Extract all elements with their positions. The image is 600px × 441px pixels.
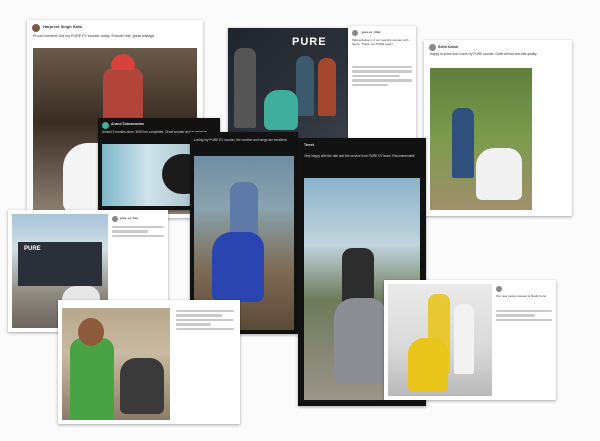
person-figure: [318, 58, 336, 116]
post-caption: Very happy with the ride and the service…: [304, 154, 415, 158]
person-figure: [452, 108, 474, 178]
post-caption: Loving my PURE EV scooter, the comfort a…: [194, 138, 288, 142]
scooter-image: [476, 148, 522, 200]
post-author: Anand Subramanian: [111, 122, 144, 126]
person-figure: [296, 56, 314, 116]
scooter-image: [408, 338, 448, 392]
text-lines: [352, 66, 412, 88]
brand-logo: PURE: [292, 36, 327, 48]
scooter-image: [212, 232, 264, 302]
post-author: Harpreet Singh Kalsi: [43, 24, 83, 29]
post-photo: [388, 284, 492, 396]
post-card-2: PURE: [228, 28, 348, 138]
brand-logo: PURE: [24, 246, 41, 252]
post-author: Rohit Kumar: [438, 45, 459, 49]
avatar: [496, 286, 502, 292]
turban: [111, 54, 135, 70]
avatar: [32, 24, 40, 32]
avatar: [352, 30, 358, 36]
post-caption: Proud moment! Got my PURE EV scooter tod…: [33, 34, 156, 38]
post-caption: Happy to share that I have my PURE scoot…: [430, 52, 538, 56]
scooter-image: [334, 298, 386, 384]
post-author: Tweet: [304, 143, 314, 147]
scooter-image: [264, 90, 298, 130]
post-photo: PURE: [228, 28, 348, 138]
post-caption: Taking delivery of our new EV scooter wi…: [352, 38, 409, 46]
post-author: _pure.ev_rider: [360, 30, 381, 34]
post-photo: [62, 308, 170, 420]
post-author: pure_ev_fan: [120, 216, 138, 220]
text-lines: [112, 226, 164, 239]
post-card-10: Our new yellow scooter is finally here!: [384, 280, 556, 400]
post-card-4: Rohit Kumar Happy to share that I have m…: [424, 40, 572, 216]
scooter-image: [120, 358, 164, 414]
avatar: [429, 44, 436, 51]
person-figure: [234, 48, 256, 128]
post-caption: Our new yellow scooter is finally here!: [496, 294, 547, 298]
text-lines: [176, 310, 234, 332]
avatar: [102, 122, 109, 129]
post-card-3: _pure.ev_rider Taking delivery of our ne…: [348, 26, 416, 144]
person-figure: [70, 338, 114, 420]
post-photo: [430, 68, 532, 210]
testimonial-collage: Harpreet Singh Kalsi Proud moment! Got m…: [0, 0, 600, 441]
avatar: [112, 216, 118, 222]
person-figure: [454, 304, 474, 374]
post-card-9: [58, 300, 240, 424]
person-face: [78, 318, 104, 346]
text-lines: [496, 310, 552, 323]
